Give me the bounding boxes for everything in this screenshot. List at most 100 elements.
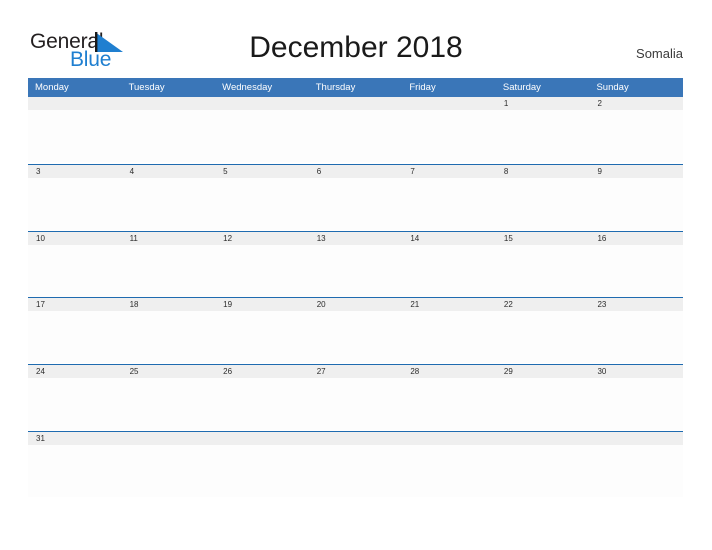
day-number-band: 17 18 19 20 21 22 23 [28, 297, 683, 312]
weekday-header-wednesday: Wednesday [222, 82, 273, 93]
day-cell[interactable] [28, 378, 122, 430]
day-cell[interactable] [496, 245, 590, 297]
weekday-header-sunday: Sunday [596, 82, 629, 93]
day-number[interactable]: 19 [215, 298, 309, 311]
day-number[interactable] [215, 97, 309, 110]
day-cell[interactable] [309, 445, 403, 497]
day-cell[interactable] [309, 110, 403, 162]
day-number[interactable]: 16 [589, 232, 683, 245]
week-cell-body [28, 444, 683, 497]
day-cell[interactable] [215, 178, 309, 230]
day-number[interactable]: 10 [28, 232, 122, 245]
day-number[interactable]: 31 [28, 432, 122, 445]
day-cell[interactable] [28, 311, 122, 363]
day-number-band: 1 2 [28, 97, 683, 110]
day-cell[interactable] [309, 178, 403, 230]
day-number[interactable]: 29 [496, 365, 590, 378]
day-number[interactable]: 26 [215, 365, 309, 378]
day-cell[interactable] [402, 178, 496, 230]
day-number[interactable]: 27 [309, 365, 403, 378]
day-cell[interactable] [589, 178, 683, 230]
day-cell[interactable] [589, 311, 683, 363]
day-number[interactable] [496, 432, 590, 445]
day-cell[interactable] [28, 245, 122, 297]
day-cell[interactable] [496, 445, 590, 497]
day-cell[interactable] [589, 445, 683, 497]
day-number[interactable]: 24 [28, 365, 122, 378]
day-number[interactable] [28, 97, 122, 110]
week-cell-body [28, 378, 683, 431]
day-cell[interactable] [589, 245, 683, 297]
week-row: 31 [28, 430, 683, 498]
day-number[interactable] [215, 432, 309, 445]
day-cell[interactable] [402, 445, 496, 497]
day-cell[interactable] [309, 311, 403, 363]
day-cell[interactable] [496, 178, 590, 230]
day-number[interactable]: 7 [402, 165, 496, 178]
day-cell[interactable] [402, 110, 496, 162]
day-number[interactable]: 11 [122, 232, 216, 245]
day-number[interactable] [589, 432, 683, 445]
country-label: Somalia [636, 46, 683, 61]
day-number[interactable]: 25 [122, 365, 216, 378]
weekday-header-saturday: Saturday [502, 82, 541, 93]
day-cell[interactable] [589, 378, 683, 430]
day-cell[interactable] [309, 378, 403, 430]
day-cell[interactable] [309, 245, 403, 297]
day-number[interactable]: 2 [589, 97, 683, 110]
day-number[interactable]: 23 [589, 298, 683, 311]
day-number[interactable]: 6 [309, 165, 403, 178]
day-number[interactable]: 20 [309, 298, 403, 311]
page-title: December 2018 [249, 31, 463, 64]
calendar-page: General Blue December 2018 Somalia Monda… [0, 0, 712, 550]
day-cell[interactable] [496, 110, 590, 162]
day-cell[interactable] [215, 110, 309, 162]
day-cell[interactable] [28, 445, 122, 497]
day-number[interactable]: 5 [215, 165, 309, 178]
day-cell[interactable] [215, 245, 309, 297]
day-number[interactable] [122, 432, 216, 445]
day-number[interactable]: 1 [496, 97, 590, 110]
day-cell[interactable] [215, 445, 309, 497]
day-number-band: 31 [28, 430, 683, 445]
day-number[interactable] [402, 432, 496, 445]
day-cell[interactable] [496, 378, 590, 430]
day-number[interactable]: 30 [589, 365, 683, 378]
day-number[interactable]: 18 [122, 298, 216, 311]
day-number[interactable] [402, 97, 496, 110]
day-number[interactable] [122, 97, 216, 110]
day-cell[interactable] [122, 378, 216, 430]
day-number[interactable]: 21 [402, 298, 496, 311]
day-number[interactable]: 13 [309, 232, 403, 245]
day-cell[interactable] [28, 178, 122, 230]
day-cell[interactable] [122, 245, 216, 297]
day-number[interactable] [309, 432, 403, 445]
weekday-header-tuesday: Tuesday [128, 82, 165, 93]
day-cell[interactable] [402, 378, 496, 430]
day-number[interactable]: 15 [496, 232, 590, 245]
day-cell[interactable] [402, 245, 496, 297]
day-cell[interactable] [122, 178, 216, 230]
day-number[interactable]: 4 [122, 165, 216, 178]
day-cell[interactable] [496, 311, 590, 363]
day-cell[interactable] [122, 311, 216, 363]
day-number-band: 3 4 5 6 7 8 9 [28, 163, 683, 178]
day-number[interactable]: 3 [28, 165, 122, 178]
day-number[interactable]: 17 [28, 298, 122, 311]
day-cell[interactable] [215, 378, 309, 430]
day-number[interactable]: 28 [402, 365, 496, 378]
calendar-grid: Monday Tuesday Wednesday Thursday Friday… [28, 78, 683, 498]
day-cell[interactable] [589, 110, 683, 162]
day-number[interactable]: 22 [496, 298, 590, 311]
day-number[interactable]: 8 [496, 165, 590, 178]
week-row: 10 11 12 13 14 15 16 [28, 230, 683, 298]
day-number[interactable]: 14 [402, 232, 496, 245]
day-number[interactable]: 9 [589, 165, 683, 178]
day-cell[interactable] [28, 110, 122, 162]
day-cell[interactable] [122, 110, 216, 162]
day-cell[interactable] [402, 311, 496, 363]
day-number[interactable] [309, 97, 403, 110]
day-cell[interactable] [215, 311, 309, 363]
day-number[interactable]: 12 [215, 232, 309, 245]
day-cell[interactable] [122, 445, 216, 497]
